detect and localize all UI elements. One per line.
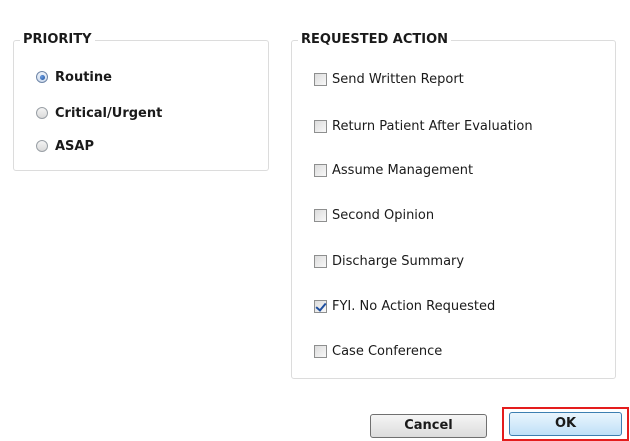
cancel-button[interactable]: Cancel (370, 414, 487, 438)
priority-group-title: PRIORITY (20, 32, 95, 48)
action-case-conference[interactable]: Case Conference (314, 342, 442, 360)
checkbox-checked[interactable] (314, 299, 327, 313)
requested-action-group-title: REQUESTED ACTION (298, 32, 452, 48)
priority-option-label: Critical/Urgent (55, 105, 163, 121)
action-send-written-report[interactable]: Send Written Report (314, 70, 464, 88)
action-discharge-summary[interactable]: Discharge Summary (314, 252, 464, 270)
priority-option-critical-urgent[interactable]: Critical/Urgent (36, 104, 162, 122)
action-assume-management[interactable]: Assume Management (314, 161, 473, 179)
checkbox[interactable] (314, 163, 327, 177)
action-option-label: Second Opinion (332, 207, 435, 223)
action-option-label: Assume Management (332, 162, 474, 178)
checkbox[interactable] (314, 72, 327, 86)
action-option-label: Discharge Summary (332, 253, 465, 269)
radio-button[interactable] (36, 140, 48, 152)
priority-option-label: ASAP (55, 138, 95, 154)
checkbox[interactable] (314, 119, 327, 133)
radio-button[interactable] (36, 107, 48, 119)
action-option-label: Send Written Report (332, 71, 464, 87)
checkbox[interactable] (314, 344, 327, 358)
checkbox[interactable] (314, 254, 327, 268)
priority-option-label: Routine (55, 69, 112, 85)
priority-option-routine[interactable]: Routine (36, 68, 112, 86)
action-second-opinion[interactable]: Second Opinion (314, 206, 434, 224)
action-option-label: Return Patient After Evaluation (332, 118, 533, 134)
checkbox[interactable] (314, 208, 327, 222)
action-option-label: Case Conference (332, 343, 443, 359)
action-fyi-no-action-requested[interactable]: FYI. No Action Requested (314, 297, 495, 315)
action-return-patient-after-evaluation[interactable]: Return Patient After Evaluation (314, 117, 533, 135)
ok-button[interactable]: OK (509, 412, 622, 436)
radio-button[interactable] (36, 71, 48, 83)
priority-option-asap[interactable]: ASAP (36, 137, 94, 155)
action-option-label: FYI. No Action Requested (332, 298, 496, 314)
